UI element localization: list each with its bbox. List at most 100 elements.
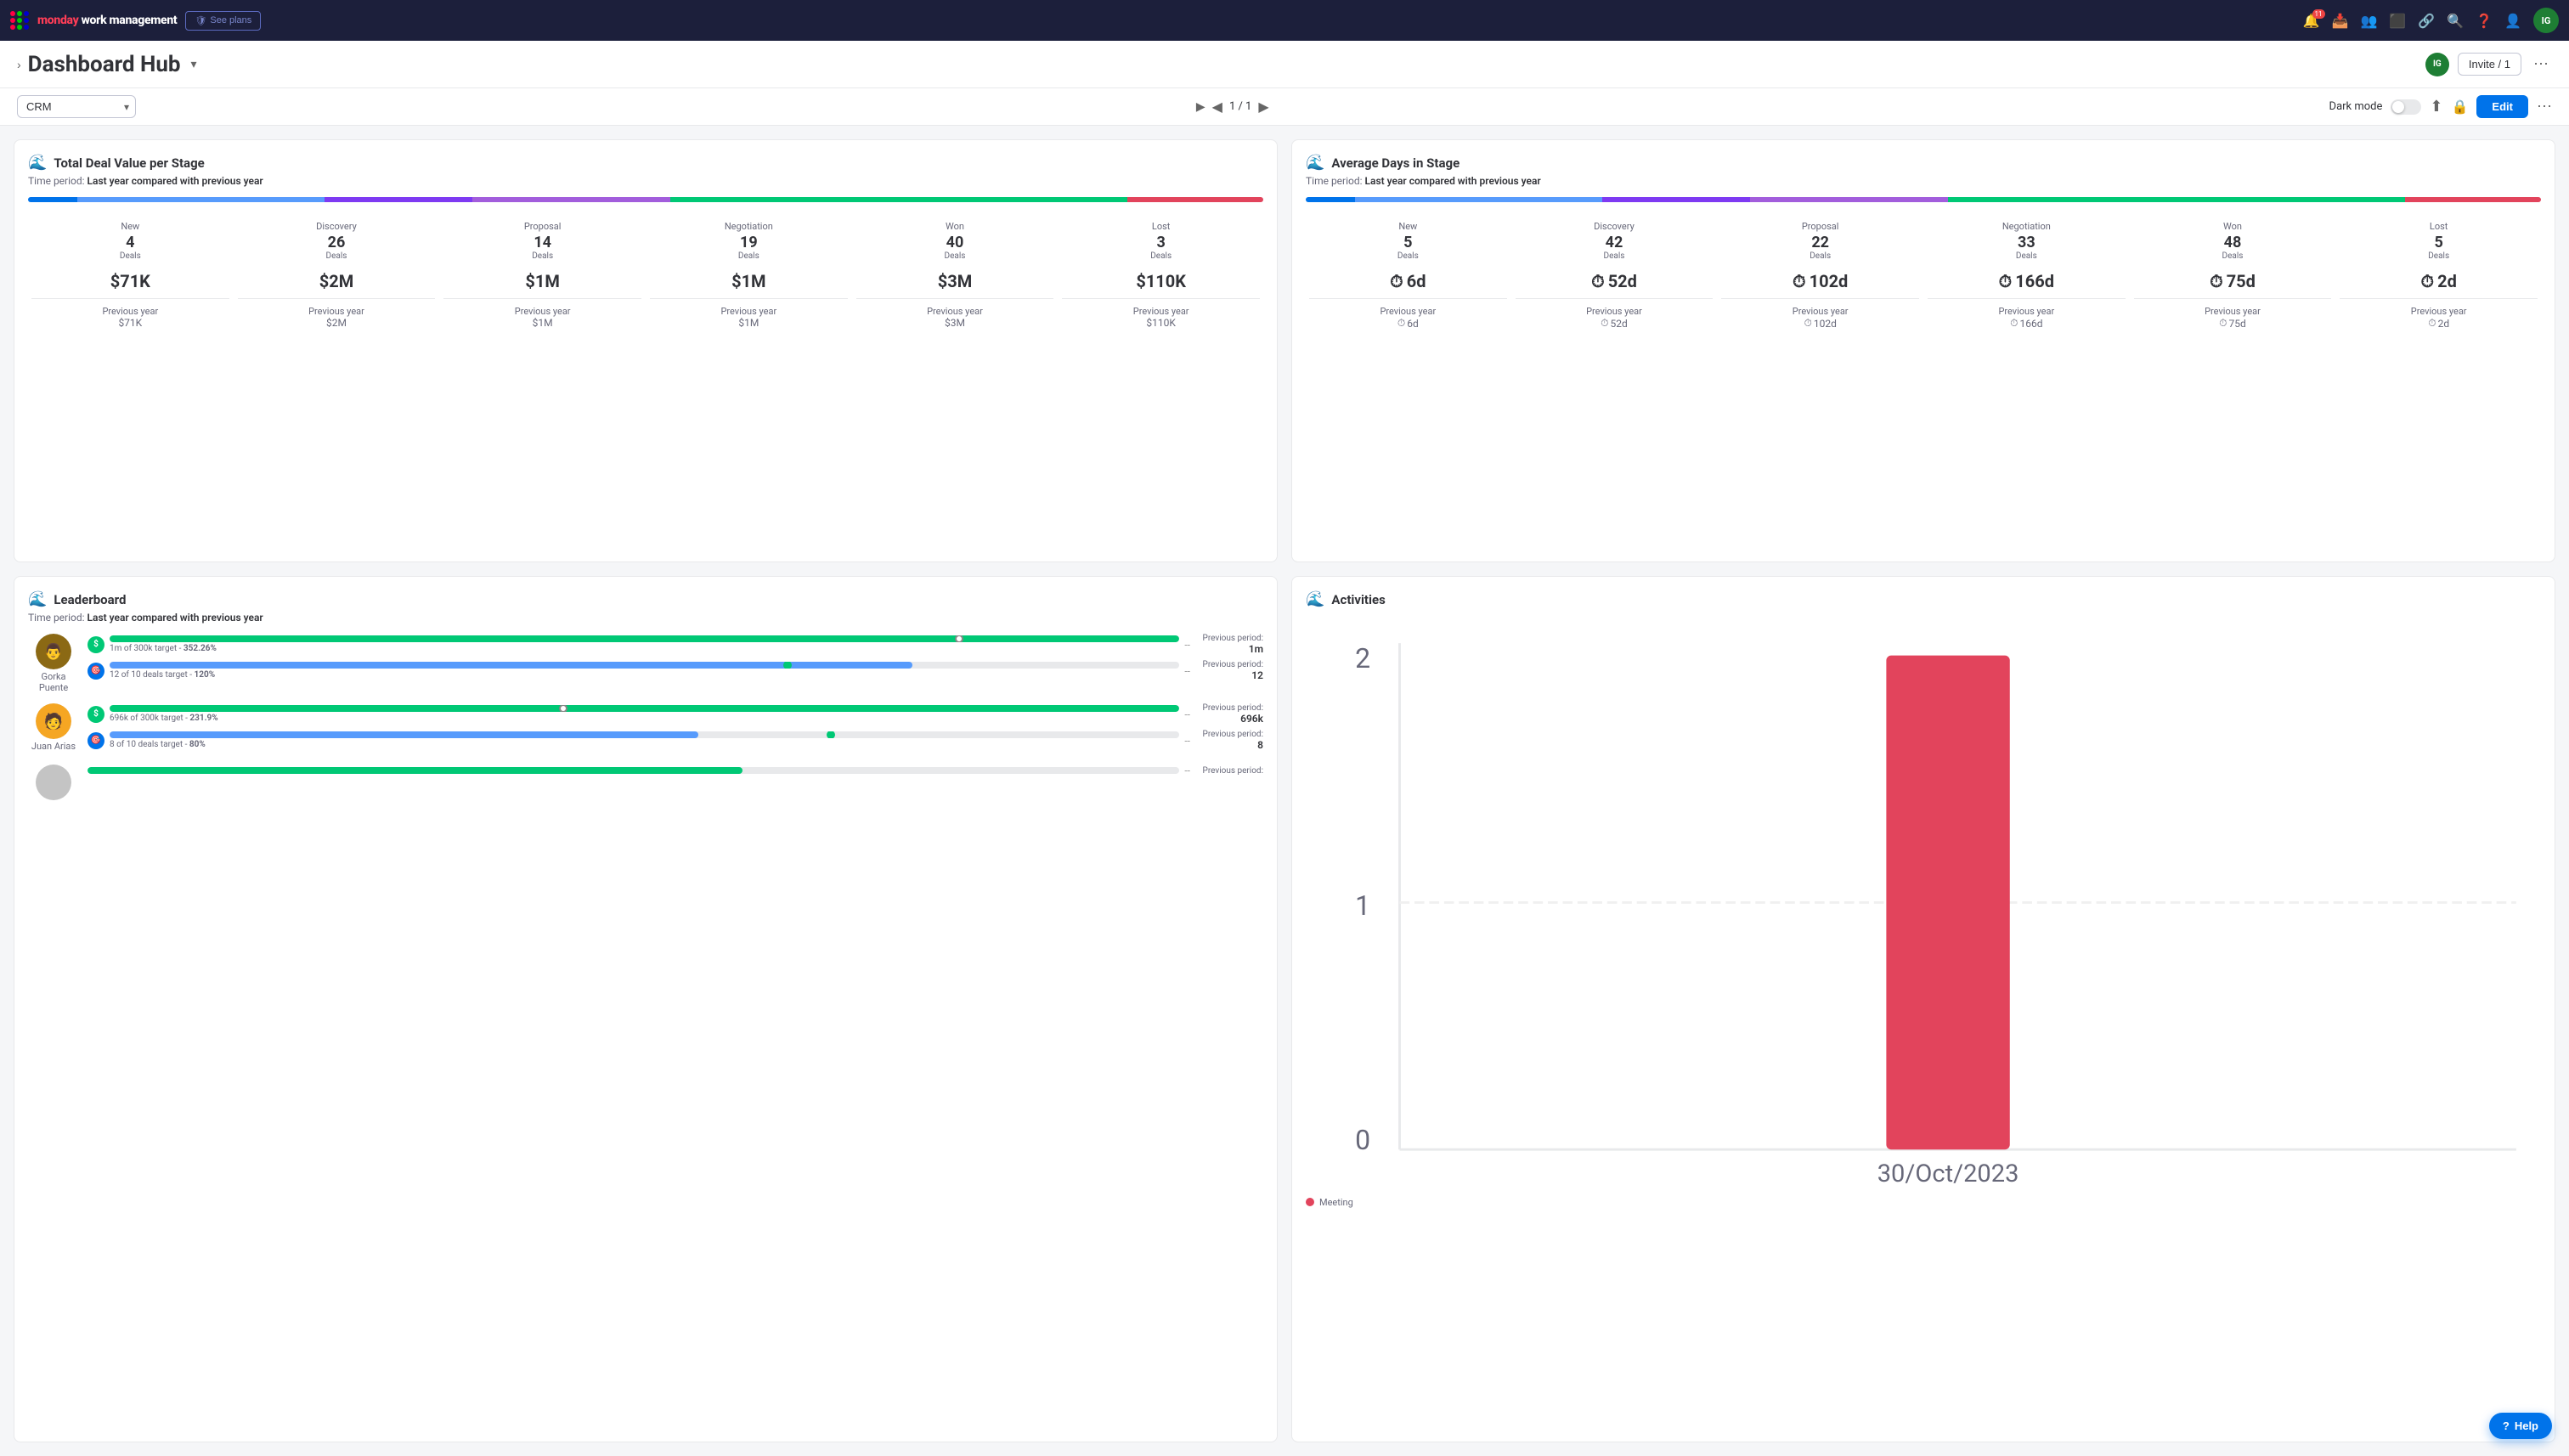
avg-col-proposal: Proposal 22 Deals ⏱102d Previous year ⏱1…	[1718, 216, 1923, 335]
stage-col-proposal: Proposal 14 Deals $1M Previous year $1M	[440, 216, 645, 334]
filter-select[interactable]: CRM	[17, 95, 136, 118]
avg-col-lost: Lost 5 Deals ⏱2d Previous year ⏱2d	[2336, 216, 2541, 335]
see-plans-button[interactable]: 🛡 See plans	[185, 11, 261, 31]
share-button[interactable]: ⬆	[2430, 98, 2442, 116]
logo-dot-green3	[17, 25, 22, 30]
gorka-deals-bar	[110, 662, 1179, 669]
activities-chart: 2 1 0 30/Oct/2023	[1306, 618, 2541, 1187]
avg-time-period: Time period: Last year compared with pre…	[1306, 175, 2541, 187]
stage-name-new: New	[31, 221, 229, 232]
gorka-money-marker	[955, 635, 963, 642]
activities-widget: 🌊 Activities 2 1 0 30/Oct/2023	[1291, 576, 2555, 1442]
logo-dot-green2	[17, 18, 22, 23]
play-button[interactable]: ▶	[1196, 100, 1205, 114]
stage-count-new: 4	[31, 234, 229, 251]
avg-col-discovery: Discovery 42 Deals ⏱52d Previous year ⏱5…	[1512, 216, 1717, 335]
dark-mode-toggle[interactable]	[2391, 99, 2421, 115]
stage-col-new: New 4 Deals $71K Previous year $71K	[28, 216, 233, 334]
stage-col-negotiation: Negotiation 19 Deals $1M Previous year $…	[646, 216, 851, 334]
color-seg-negotiation	[472, 197, 670, 202]
dark-mode-label: Dark mode	[2329, 100, 2383, 113]
stage-value-new: $71K	[31, 271, 229, 291]
third-avatar	[36, 765, 71, 800]
activities-title: Activities	[1331, 592, 1385, 607]
gorka-avatar: 👨	[36, 634, 71, 669]
inbox-icon[interactable]: 📥	[2332, 13, 2349, 29]
integrations-icon[interactable]: 🔗	[2418, 13, 2435, 29]
logo-dot-green	[17, 11, 22, 16]
owner-avatar[interactable]: IG	[2425, 53, 2449, 76]
leaderboard-time-period: Time period: Last year compared with pre…	[28, 612, 1263, 624]
leader-juan: 🧑 Juan Arias $ 696k of 300k target - 231…	[28, 703, 1263, 754]
juan-deals-label: 8 of 10 deals target - 80%	[110, 740, 1179, 749]
help-icon[interactable]: ❓	[2476, 13, 2493, 29]
page-header: › Dashboard Hub ▾ IG Invite / 1 ⋯	[0, 41, 2569, 88]
gorka-deals-row: 🎯 12 of 10 deals target - 120% -- Previo…	[88, 660, 1263, 681]
notification-badge: 11	[2312, 9, 2325, 19]
avg-col-won: Won 48 Deals ⏱75d Previous year ⏱75d	[2131, 216, 2335, 335]
gorka-money-bar	[110, 635, 1179, 642]
user-profile-icon[interactable]: 👤	[2504, 13, 2521, 29]
third-person	[28, 765, 79, 800]
stage-col-lost: Lost 3 Deals $110K Previous year $110K	[1059, 216, 1263, 334]
leader-third: -- Previous period:	[28, 765, 1263, 800]
gorka-deals-label: 12 of 10 deals target - 120%	[110, 670, 1179, 680]
user-avatar[interactable]: IG	[2533, 8, 2559, 33]
shield-icon: 🛡	[195, 15, 206, 26]
stage-deals-new: Deals	[31, 251, 229, 261]
activities-bar	[1886, 656, 2009, 1150]
color-seg-proposal	[325, 197, 472, 202]
header-more-button[interactable]: ⋯	[2530, 52, 2552, 76]
svg-text:1: 1	[1355, 889, 1370, 922]
nav-left: monday work management 🛡 See plans	[10, 11, 261, 31]
gorka-deals-marker	[783, 662, 792, 669]
juan-money-icon: $	[88, 706, 104, 723]
juan-metrics: $ 696k of 300k target - 231.9% -- Previo…	[88, 703, 1263, 754]
leaderboard-title: Leaderboard	[54, 592, 126, 607]
lock-icon[interactable]: 🔒	[2452, 99, 2469, 115]
stage-col-won: Won 40 Deals $3M Previous year $3M	[853, 216, 1058, 334]
gorka-person: 👨 Gorka Puente	[28, 634, 79, 693]
activities-title-row: 🌊 Activities	[1306, 590, 2541, 608]
next-page-button[interactable]: ▶	[1258, 99, 1268, 116]
help-button[interactable]: ? Help	[2489, 1413, 2552, 1439]
apps-icon[interactable]: ⬛	[2389, 13, 2406, 29]
leaderboard-widget: 🌊 Leaderboard Time period: Last year com…	[14, 576, 1278, 1442]
avg-days-widget: 🌊 Average Days in Stage Time period: Las…	[1291, 139, 2555, 562]
logo-dot-blue2	[24, 18, 29, 23]
toolbar-more-button[interactable]: ⋯	[2537, 98, 2552, 116]
color-seg-won	[670, 197, 1127, 202]
widget-title-row: 🌊 Total Deal Value per Stage	[28, 154, 1263, 172]
collapse-sidebar-button[interactable]: ›	[17, 58, 21, 71]
header-right: IG Invite / 1 ⋯	[2425, 52, 2552, 76]
chart-legend: Meeting	[1306, 1197, 2541, 1208]
deal-time-period: Time period: Last year compared with pre…	[28, 175, 1263, 187]
deal-widget-icon: 🌊	[28, 154, 47, 172]
logo-dots	[10, 11, 29, 30]
color-seg-lost	[1127, 197, 1263, 202]
logo-dot-blue	[24, 11, 29, 16]
logo-dot-red	[10, 11, 15, 16]
nav-right: 🔔 11 📥 👥 ⬛ 🔗 🔍 ❓ 👤 IG	[2303, 8, 2559, 33]
gorka-money-label: 1m of 300k target - 352.26%	[110, 644, 1179, 653]
edit-button[interactable]: Edit	[2476, 95, 2528, 118]
legend-dot-meeting	[1306, 1198, 1314, 1206]
users-icon[interactable]: 👥	[2360, 13, 2377, 29]
toolbar: CRM ▶ ◀ 1 / 1 ▶ Dark mode ⬆ 🔒 Edit ⋯	[0, 88, 2569, 126]
search-icon[interactable]: 🔍	[2447, 13, 2464, 29]
notifications-icon[interactable]: 🔔 11	[2303, 13, 2320, 29]
prev-page-button[interactable]: ◀	[1212, 99, 1222, 116]
color-seg-discovery	[77, 197, 325, 202]
leaderboard-icon: 🌊	[28, 590, 47, 608]
gorka-money-icon: $	[88, 636, 104, 653]
top-navigation: monday work management 🛡 See plans 🔔 11 …	[0, 0, 2569, 41]
third-metrics: -- Previous period:	[88, 765, 1263, 780]
title-dropdown-caret[interactable]: ▾	[191, 58, 197, 71]
legend-label-meeting: Meeting	[1319, 1197, 1353, 1208]
svg-text:30/Oct/2023: 30/Oct/2023	[1877, 1160, 2019, 1187]
color-seg-new	[28, 197, 77, 202]
avg-widget-title: Average Days in Stage	[1331, 155, 1460, 171]
avg-widget-icon: 🌊	[1306, 154, 1324, 172]
invite-button[interactable]: Invite / 1	[2458, 53, 2521, 76]
see-plans-label: See plans	[210, 15, 251, 25]
